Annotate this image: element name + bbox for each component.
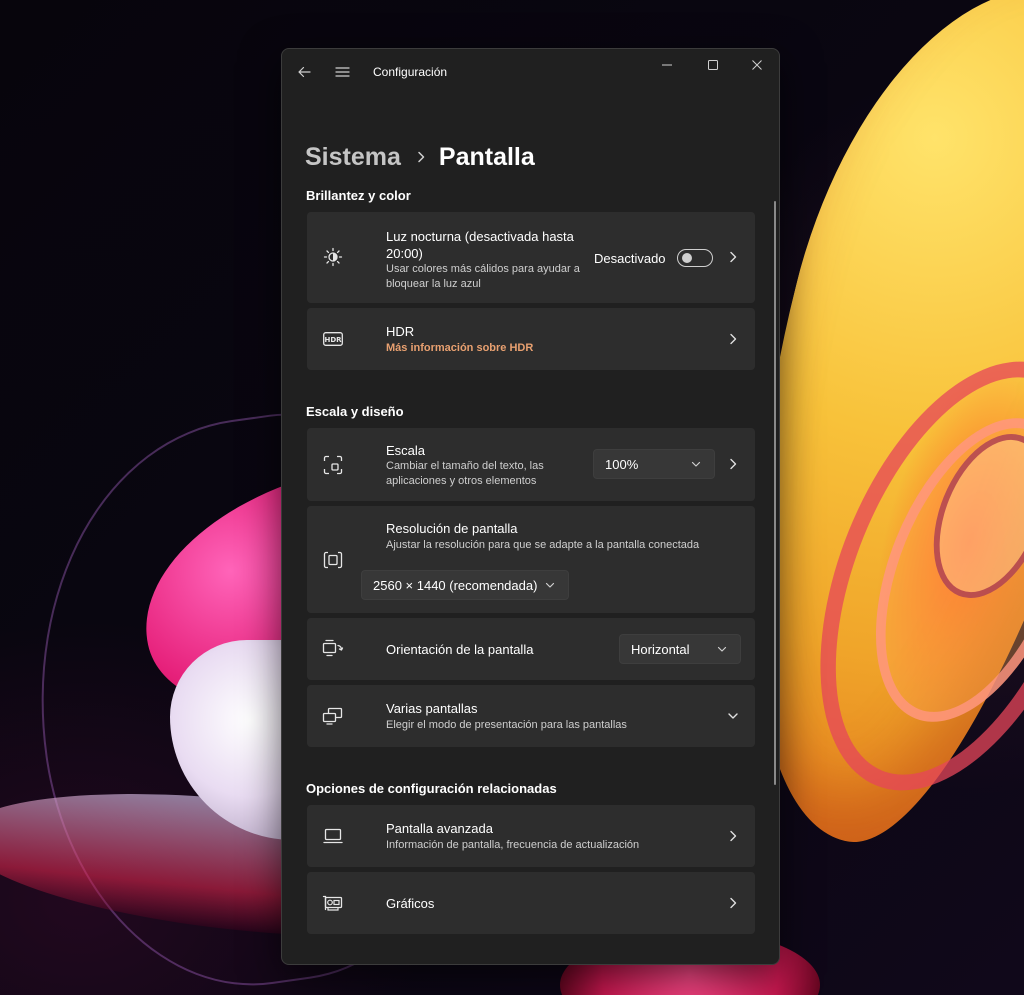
advanced-display-card[interactable]: Pantalla avanzada Información de pantall… [307, 805, 755, 867]
svg-text:HDR: HDR [324, 336, 342, 344]
orientation-card: Orientación de la pantalla Horizontal [307, 618, 755, 680]
section-header-related: Opciones de configuración relacionadas [306, 781, 557, 796]
vertical-scrollbar[interactable] [774, 201, 776, 785]
night-light-subtitle: Usar colores más cálidos para ayudar a b… [386, 263, 580, 290]
scale-subtitle: Cambiar el tamaño del texto, las aplicac… [386, 460, 544, 487]
toggle-knob [682, 253, 692, 263]
chevron-right-icon[interactable] [725, 456, 741, 472]
hdr-card[interactable]: HDR HDR Más información sobre HDR [307, 308, 755, 370]
chevron-right-icon[interactable] [725, 331, 741, 347]
orientation-dropdown-value: Horizontal [631, 642, 690, 657]
scale-dropdown-value: 100% [605, 457, 639, 472]
graphics-card-icon [322, 892, 344, 914]
night-light-title: Luz nocturna (desactivada hasta 20:00) [386, 229, 574, 261]
chevron-right-icon[interactable] [725, 895, 741, 911]
brightness-icon [322, 246, 344, 268]
scale-icon [322, 454, 344, 476]
settings-window: Configuración Sistema Pantalla Brillante… [281, 48, 780, 965]
night-light-card[interactable]: Luz nocturna (desactivada hasta 20:00) U… [307, 212, 755, 303]
chevron-down-icon[interactable] [725, 708, 741, 724]
chevron-right-icon[interactable] [725, 249, 741, 265]
graphics-title: Gráficos [386, 896, 435, 911]
graphics-card[interactable]: Gráficos [307, 872, 755, 934]
resolution-subtitle: Ajustar la resolución para que se adapte… [386, 539, 700, 551]
night-light-toggle-label: Desactivado [594, 251, 666, 266]
scale-dropdown[interactable]: 100% [593, 449, 715, 479]
chevron-down-icon [716, 643, 728, 655]
resolution-icon [322, 549, 344, 571]
orientation-title: Orientación de la pantalla [386, 642, 534, 657]
advanced-display-title: Pantalla avanzada [386, 821, 493, 836]
hdr-info-link[interactable]: Más información sobre HDR [386, 342, 533, 354]
hdr-title: HDR [386, 324, 415, 339]
resolution-card: Resolución de pantalla Ajustar la resolu… [307, 506, 755, 613]
section-header-brightness: Brillantez y color [306, 188, 411, 203]
chevron-down-icon [544, 579, 556, 591]
scale-title: Escala [386, 443, 426, 458]
section-header-scale-layout: Escala y diseño [306, 404, 404, 419]
chevron-right-icon[interactable] [725, 828, 741, 844]
resolution-dropdown[interactable]: 2560 × 1440 (recomendada) [361, 570, 569, 600]
resolution-title: Resolución de pantalla [386, 521, 518, 536]
advanced-display-subtitle: Información de pantalla, frecuencia de a… [386, 839, 640, 851]
orientation-icon [322, 638, 344, 660]
chevron-down-icon [690, 458, 702, 470]
monitor-icon [322, 825, 344, 847]
orientation-dropdown[interactable]: Horizontal [619, 634, 741, 664]
scale-card[interactable]: Escala Cambiar el tamaño del texto, las … [307, 428, 755, 501]
multiple-displays-subtitle: Elegir el modo de presentación para las … [386, 719, 627, 731]
hdr-icon: HDR [322, 328, 344, 350]
resolution-dropdown-value: 2560 × 1440 (recomendada) [373, 578, 538, 593]
multiple-displays-icon [322, 705, 344, 727]
multiple-displays-card[interactable]: Varias pantallas Elegir el modo de prese… [307, 685, 755, 747]
night-light-toggle[interactable] [677, 249, 713, 267]
settings-content: Brillantez y color Luz nocturna (desacti… [282, 49, 779, 964]
multiple-displays-title: Varias pantallas [386, 701, 478, 716]
